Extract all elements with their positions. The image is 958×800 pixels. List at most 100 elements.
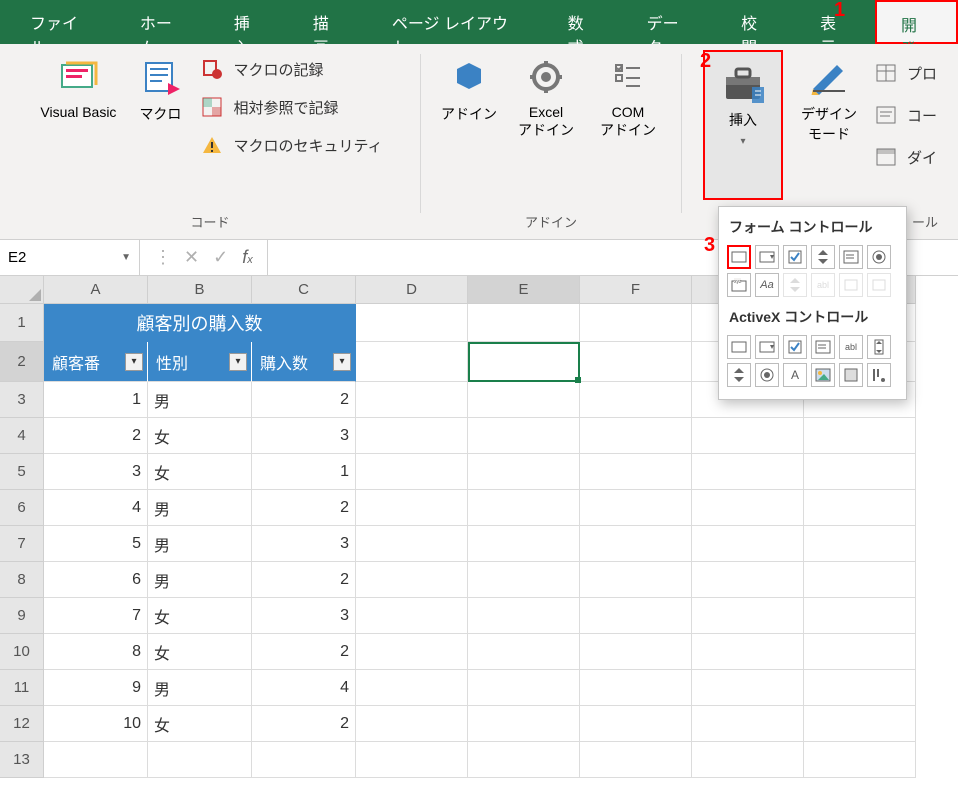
activex-scrollbar-control[interactable]	[867, 335, 891, 359]
cell-E4[interactable]	[468, 418, 580, 454]
cell-E3[interactable]	[468, 382, 580, 418]
name-box[interactable]: E2 ▼	[0, 240, 140, 275]
form-button-control[interactable]	[727, 245, 751, 269]
cell-A12[interactable]: 10	[44, 706, 148, 742]
cell-F5[interactable]	[580, 454, 692, 490]
cell-D2[interactable]	[356, 342, 468, 382]
cell-C4[interactable]: 3	[252, 418, 356, 454]
cell-B12[interactable]: 女	[148, 706, 252, 742]
cell-G11[interactable]	[692, 670, 804, 706]
cell-D10[interactable]	[356, 634, 468, 670]
cell-F11[interactable]	[580, 670, 692, 706]
cell-A8[interactable]: 6	[44, 562, 148, 598]
cell-E7[interactable]	[468, 526, 580, 562]
cell-H8[interactable]	[804, 562, 916, 598]
cell-A13[interactable]	[44, 742, 148, 778]
cell-D9[interactable]	[356, 598, 468, 634]
cell-E5[interactable]	[468, 454, 580, 490]
record-macro-button[interactable]: マクロの記録	[201, 58, 382, 80]
cell-E2-selected[interactable]	[468, 342, 580, 382]
cell-F3[interactable]	[580, 382, 692, 418]
form-label-control[interactable]: Aa	[755, 273, 779, 297]
table-header-id[interactable]: 顧客番 ▾	[44, 342, 148, 382]
formula-accept-icon[interactable]: ✓	[213, 247, 228, 268]
cell-H7[interactable]	[804, 526, 916, 562]
form-spin-control[interactable]	[811, 245, 835, 269]
form-combobox-control[interactable]	[755, 245, 779, 269]
cell-A10[interactable]: 8	[44, 634, 148, 670]
tab-page-layout[interactable]: ページ レイアウト	[368, 0, 544, 44]
cell-B5[interactable]: 女	[148, 454, 252, 490]
cell-G7[interactable]	[692, 526, 804, 562]
cell-D7[interactable]	[356, 526, 468, 562]
row-head-10[interactable]: 10	[0, 634, 44, 670]
activex-more-control[interactable]	[867, 363, 891, 387]
activex-option-control[interactable]	[755, 363, 779, 387]
insert-controls-button[interactable]: 挿入 ▾	[703, 50, 783, 200]
cell-E13[interactable]	[468, 742, 580, 778]
cell-D4[interactable]	[356, 418, 468, 454]
cell-G9[interactable]	[692, 598, 804, 634]
filter-button-icon[interactable]: ▾	[125, 353, 143, 371]
tab-developer[interactable]: 開発	[875, 0, 958, 44]
cell-F2[interactable]	[580, 342, 692, 382]
cell-F12[interactable]	[580, 706, 692, 742]
cell-D8[interactable]	[356, 562, 468, 598]
tab-draw[interactable]: 描画	[289, 0, 368, 44]
form-groupbox-control[interactable]: xyz	[727, 273, 751, 297]
cell-F4[interactable]	[580, 418, 692, 454]
cell-B13[interactable]	[148, 742, 252, 778]
cell-C9[interactable]: 3	[252, 598, 356, 634]
select-all-corner[interactable]	[0, 276, 44, 304]
cell-D6[interactable]	[356, 490, 468, 526]
cell-H13[interactable]	[804, 742, 916, 778]
cell-G10[interactable]	[692, 634, 804, 670]
formula-dots-icon[interactable]: ⋮	[154, 247, 170, 268]
row-head-7[interactable]: 7	[0, 526, 44, 562]
cell-F7[interactable]	[580, 526, 692, 562]
cell-E6[interactable]	[468, 490, 580, 526]
relative-ref-button[interactable]: 相対参照で記録	[201, 96, 382, 118]
tab-review[interactable]: 校閲	[717, 0, 796, 44]
cell-B6[interactable]: 男	[148, 490, 252, 526]
activex-combobox-control[interactable]	[755, 335, 779, 359]
cell-C7[interactable]: 3	[252, 526, 356, 562]
cell-E9[interactable]	[468, 598, 580, 634]
formula-cancel-icon[interactable]: ✕	[184, 247, 199, 268]
col-head-C[interactable]: C	[252, 276, 356, 304]
col-head-E[interactable]: E	[468, 276, 580, 304]
design-mode-button[interactable]: デザイン モード	[793, 50, 865, 150]
cell-D11[interactable]	[356, 670, 468, 706]
cell-D5[interactable]	[356, 454, 468, 490]
activex-button-control[interactable]	[727, 335, 751, 359]
activex-listbox-control[interactable]	[811, 335, 835, 359]
fx-icon[interactable]: fx	[242, 247, 253, 268]
col-head-A[interactable]: A	[44, 276, 148, 304]
cell-D3[interactable]	[356, 382, 468, 418]
cell-F9[interactable]	[580, 598, 692, 634]
cell-B4[interactable]: 女	[148, 418, 252, 454]
cell-C11[interactable]: 4	[252, 670, 356, 706]
cell-H10[interactable]	[804, 634, 916, 670]
table-header-qty[interactable]: 購入数 ▾	[252, 342, 356, 382]
cell-B11[interactable]: 男	[148, 670, 252, 706]
row-head-11[interactable]: 11	[0, 670, 44, 706]
cell-A4[interactable]: 2	[44, 418, 148, 454]
cell-C12[interactable]: 2	[252, 706, 356, 742]
excel-addins-button[interactable]: Excel アドイン	[510, 50, 582, 146]
cell-D1[interactable]	[356, 304, 468, 342]
cell-E10[interactable]	[468, 634, 580, 670]
cell-H9[interactable]	[804, 598, 916, 634]
cell-B3[interactable]: 男	[148, 382, 252, 418]
row-head-6[interactable]: 6	[0, 490, 44, 526]
activex-image-control[interactable]	[811, 363, 835, 387]
cell-A9[interactable]: 7	[44, 598, 148, 634]
cell-A11[interactable]: 9	[44, 670, 148, 706]
table-header-sex[interactable]: 性別 ▾	[148, 342, 252, 382]
activex-toggle-control[interactable]	[839, 363, 863, 387]
macro-security-button[interactable]: マクロのセキュリティ	[201, 134, 382, 156]
cell-G13[interactable]	[692, 742, 804, 778]
cell-G8[interactable]	[692, 562, 804, 598]
col-head-F[interactable]: F	[580, 276, 692, 304]
cell-F8[interactable]	[580, 562, 692, 598]
